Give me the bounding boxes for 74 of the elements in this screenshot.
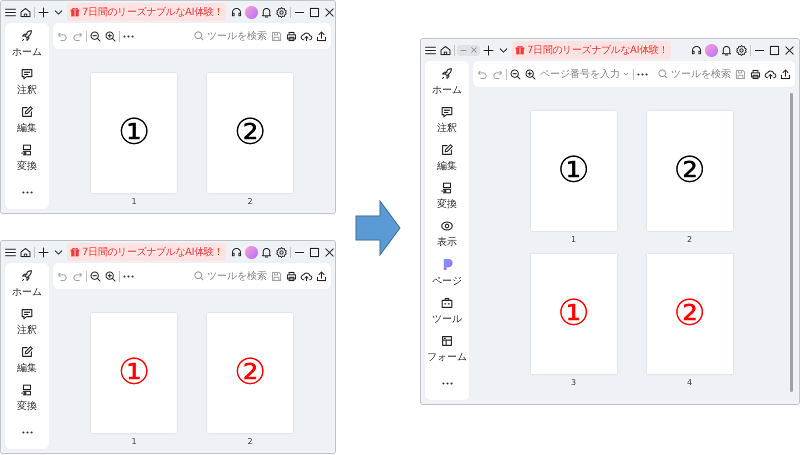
convert-icon bbox=[20, 383, 34, 397]
page-thumbnail[interactable]: ① bbox=[530, 111, 616, 231]
search-field[interactable]: ツールを検索 bbox=[193, 30, 268, 42]
rocket-icon bbox=[440, 67, 454, 81]
settings-icon[interactable] bbox=[275, 244, 288, 260]
page-number: 2 bbox=[686, 235, 692, 244]
page-number: 2 bbox=[247, 437, 253, 446]
page-thumbnail[interactable]: ① bbox=[530, 254, 616, 374]
rocket-icon bbox=[20, 29, 34, 43]
sidebar-item[interactable]: 編集 bbox=[17, 121, 37, 135]
circled-number: ② bbox=[234, 355, 266, 391]
page-thumbnail[interactable]: ② bbox=[207, 313, 293, 433]
search-icon bbox=[657, 68, 669, 80]
promo-text: 7日間のリーズナブルなAI体験！ bbox=[82, 6, 224, 19]
right-arrow bbox=[356, 200, 401, 256]
sidebar-item[interactable]: フォーム bbox=[427, 350, 467, 364]
page-number: 1 bbox=[570, 235, 576, 244]
circled-number: ① bbox=[118, 115, 150, 151]
search-field[interactable]: ツールを検索 bbox=[193, 270, 268, 282]
search-icon bbox=[193, 270, 205, 282]
page-number-field[interactable]: ページ番号を入力 bbox=[539, 68, 631, 80]
sidebar-item[interactable]: 注釈 bbox=[17, 83, 37, 97]
edit-icon bbox=[20, 345, 34, 359]
comment-icon bbox=[20, 307, 34, 321]
promo-text: 7日間のリーズナブルなAI体験！ bbox=[82, 246, 224, 259]
circled-number: ① bbox=[558, 153, 590, 189]
scrollbar[interactable] bbox=[790, 93, 793, 392]
eye-icon bbox=[440, 219, 454, 233]
sidebar-item[interactable]: 注釈 bbox=[437, 121, 457, 135]
sidebar-item[interactable]: 編集 bbox=[17, 361, 37, 375]
page-thumbnail[interactable]: ① bbox=[91, 313, 177, 433]
search-icon bbox=[193, 30, 205, 42]
sidebar-item[interactable]: 編集 bbox=[437, 159, 457, 173]
sidebar-item[interactable]: 注釈 bbox=[17, 323, 37, 337]
page-number: 1 bbox=[131, 437, 137, 446]
chevron-down-icon bbox=[622, 70, 630, 78]
sidebar-item[interactable]: 表示 bbox=[437, 235, 457, 249]
circled-number: ① bbox=[558, 296, 590, 332]
sidebar-item[interactable]: ホーム bbox=[12, 45, 42, 59]
convert-icon bbox=[440, 181, 454, 195]
sidebar-item[interactable]: ホーム bbox=[432, 83, 462, 97]
page-number: 2 bbox=[247, 197, 253, 206]
page-number: 3 bbox=[570, 378, 576, 387]
convert-icon bbox=[20, 143, 34, 157]
sidebar-item[interactable]: 変換 bbox=[17, 159, 37, 173]
circled-number: ② bbox=[674, 296, 706, 332]
promo-text: 7日間のリーズナブルなAI体験！ bbox=[527, 44, 668, 57]
page-thumbnail[interactable]: ② bbox=[646, 111, 732, 231]
sidebar-item[interactable]: ページ bbox=[432, 274, 462, 288]
page-thumbnail[interactable]: ② bbox=[207, 73, 293, 193]
sidebar-item[interactable]: 変換 bbox=[17, 399, 37, 413]
edit-icon bbox=[20, 105, 34, 119]
search-field[interactable]: ツールを検索 bbox=[657, 68, 732, 80]
page-thumbnail[interactable]: ① bbox=[91, 73, 177, 193]
page-number: 1 bbox=[131, 197, 137, 206]
circled-number: ① bbox=[118, 355, 150, 391]
page-number: 4 bbox=[686, 378, 692, 387]
gift-icon bbox=[515, 45, 525, 55]
gift-icon bbox=[70, 247, 80, 257]
form-icon bbox=[440, 334, 454, 348]
settings-icon[interactable] bbox=[735, 42, 748, 58]
circled-number: ② bbox=[674, 153, 706, 189]
sidebar-item[interactable]: ツール bbox=[432, 312, 462, 326]
circled-number: ② bbox=[234, 115, 266, 151]
rocket-icon bbox=[20, 269, 34, 283]
page-thumbnail[interactable]: ② bbox=[646, 254, 732, 374]
sidebar-item[interactable]: ホーム bbox=[12, 285, 42, 299]
edit-icon bbox=[440, 143, 454, 157]
gift-icon bbox=[70, 7, 80, 17]
settings-icon[interactable] bbox=[275, 4, 288, 20]
sidebar-item[interactable]: 変換 bbox=[437, 197, 457, 211]
comment-icon bbox=[440, 105, 454, 119]
toolbox-icon bbox=[440, 296, 454, 310]
comment-icon bbox=[20, 67, 34, 81]
